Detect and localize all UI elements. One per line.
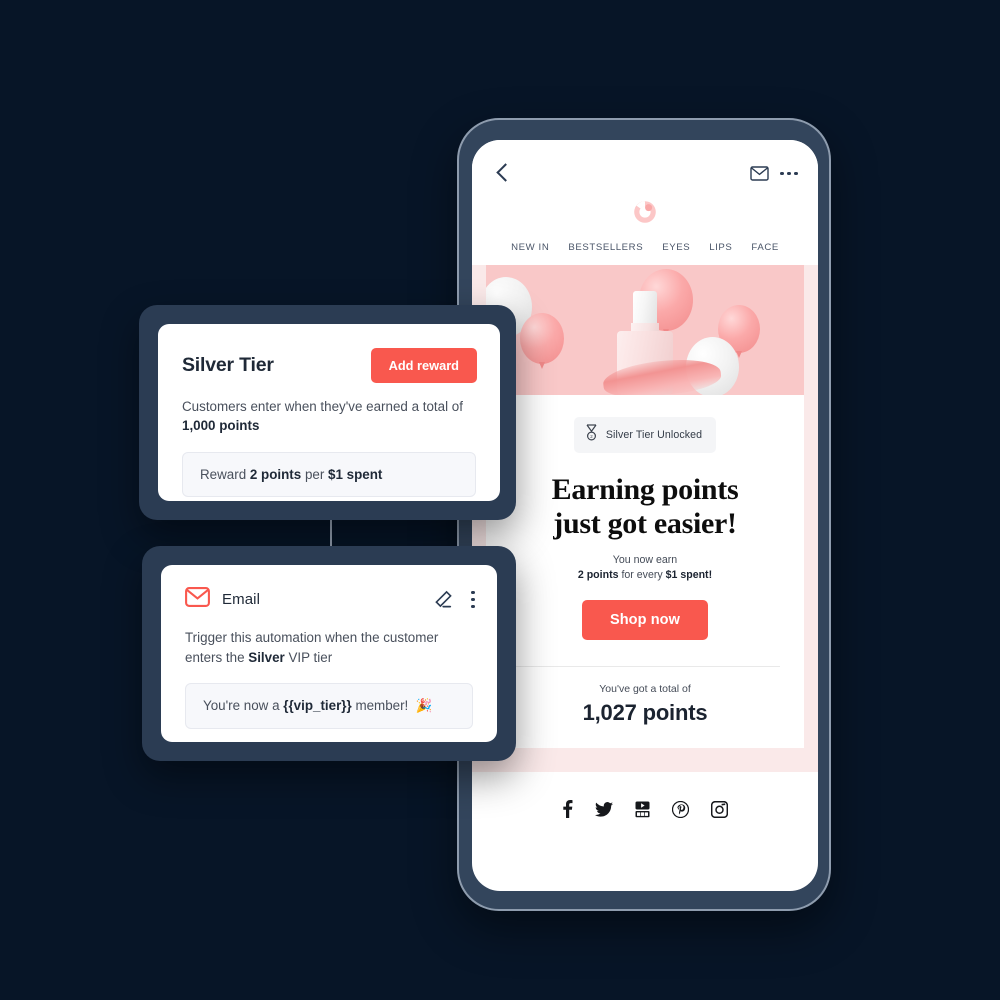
email-desc-part2: VIP tier xyxy=(284,649,333,665)
badge-row: 2 Silver Tier Unlocked xyxy=(486,395,804,455)
headline-line-1: Earning points xyxy=(551,473,739,506)
tier-title: Silver Tier xyxy=(182,354,274,376)
email-preview-body: 2 Silver Tier Unlocked Earning points ju… xyxy=(472,265,818,773)
chevron-left-icon[interactable] xyxy=(496,163,515,182)
reward-rule-pill[interactable]: Reward 2 points per $1 spent xyxy=(182,451,476,497)
badge-label: Silver Tier Unlocked xyxy=(605,429,703,441)
subcopy-mid: for every xyxy=(618,569,666,582)
card-connector-line xyxy=(330,518,332,548)
reward-spend: $1 spent xyxy=(328,466,383,482)
message-prefix: You're now a xyxy=(203,698,284,714)
twitter-icon[interactable] xyxy=(595,801,613,822)
cta-wrap: Shop now xyxy=(486,581,804,641)
email-content-card: 2 Silver Tier Unlocked Earning points ju… xyxy=(486,265,804,749)
category-lips[interactable]: LIPS xyxy=(709,242,732,253)
instagram-icon[interactable] xyxy=(710,800,729,823)
headline-line-2: just got easier! xyxy=(553,506,737,540)
pencil-icon[interactable] xyxy=(434,590,453,609)
tier-description-text: Customers enter when they've earned a to… xyxy=(182,399,463,414)
shop-now-button[interactable]: Shop now xyxy=(581,600,709,641)
subcopy-spend: $1 spent! xyxy=(665,569,713,582)
email-headline: Earning points just got easier! xyxy=(486,455,804,540)
more-horizontal-icon[interactable] xyxy=(780,171,798,176)
email-card-title: Email xyxy=(222,591,261,608)
email-subcopy: You now earn 2 points for every $1 spent… xyxy=(486,540,804,581)
reward-points: 2 points xyxy=(249,466,302,482)
category-face[interactable]: FACE xyxy=(751,242,778,253)
pinterest-icon[interactable] xyxy=(671,800,690,823)
email-desc-tier: Silver xyxy=(248,649,285,665)
subcopy-points: 2 points xyxy=(577,569,619,582)
email-automation-card-body: Email Trigger this automation when the c… xyxy=(161,565,497,742)
phone-mockup: NEW IN BESTSELLERS EYES LIPS FACE 2 Silv… xyxy=(457,118,831,911)
tier-description: Customers enter when they've earned a to… xyxy=(158,383,500,436)
category-bestsellers[interactable]: BESTSELLERS xyxy=(568,242,643,253)
envelope-icon[interactable] xyxy=(750,166,769,181)
message-variable: {{vip_tier}} xyxy=(283,698,352,714)
facebook-icon[interactable] xyxy=(562,800,573,823)
tier-header: Silver Tier Add reward xyxy=(158,324,500,383)
category-nav: NEW IN BESTSELLERS EYES LIPS FACE xyxy=(472,236,818,265)
social-footer xyxy=(472,772,818,824)
more-vertical-icon[interactable] xyxy=(471,590,475,609)
brand-swirl-logo xyxy=(632,199,658,230)
reward-prefix: Reward xyxy=(200,466,250,482)
points-total-value: 1,027 points xyxy=(582,700,708,726)
add-reward-button[interactable]: Add reward xyxy=(370,348,477,383)
email-message-pill[interactable]: You're now a {{vip_tier}} member! 🎉 xyxy=(185,683,473,730)
svg-text:2: 2 xyxy=(590,434,593,439)
medal-icon: 2 xyxy=(585,424,598,446)
points-total: You've got a total of 1,027 points xyxy=(486,667,804,726)
email-card-header: Email xyxy=(161,565,497,612)
tier-description-threshold: 1,000 points xyxy=(182,418,260,434)
status-badge: 2 Silver Tier Unlocked xyxy=(573,417,717,453)
topbar-actions xyxy=(750,166,798,181)
envelope-icon xyxy=(185,587,210,612)
screenshot-stage: NEW IN BESTSELLERS EYES LIPS FACE 2 Silv… xyxy=(0,0,1000,1000)
email-automation-card: Email Trigger this automation when the c… xyxy=(142,546,516,761)
silver-tier-card-body: Silver Tier Add reward Customers enter w… xyxy=(158,324,500,501)
brand-logo-wrap xyxy=(472,192,818,236)
message-suffix: member! xyxy=(351,698,409,714)
phone-screen: NEW IN BESTSELLERS EYES LIPS FACE 2 Silv… xyxy=(472,140,818,891)
youtube-icon[interactable] xyxy=(635,801,650,823)
category-eyes[interactable]: EYES xyxy=(662,242,690,253)
party-popper-emoji: 🎉 xyxy=(415,698,433,714)
hero-image xyxy=(486,265,804,395)
subcopy-line-1: You now earn xyxy=(612,554,678,567)
subcopy-line-2: 2 points for every $1 spent! xyxy=(486,569,804,581)
reward-mid: per xyxy=(301,466,329,482)
points-total-label: You've got a total of xyxy=(599,683,691,696)
email-card-description: Trigger this automation when the custome… xyxy=(161,612,497,667)
phone-topbar xyxy=(472,140,818,192)
silver-tier-card: Silver Tier Add reward Customers enter w… xyxy=(139,305,516,520)
category-new-in[interactable]: NEW IN xyxy=(511,242,549,253)
